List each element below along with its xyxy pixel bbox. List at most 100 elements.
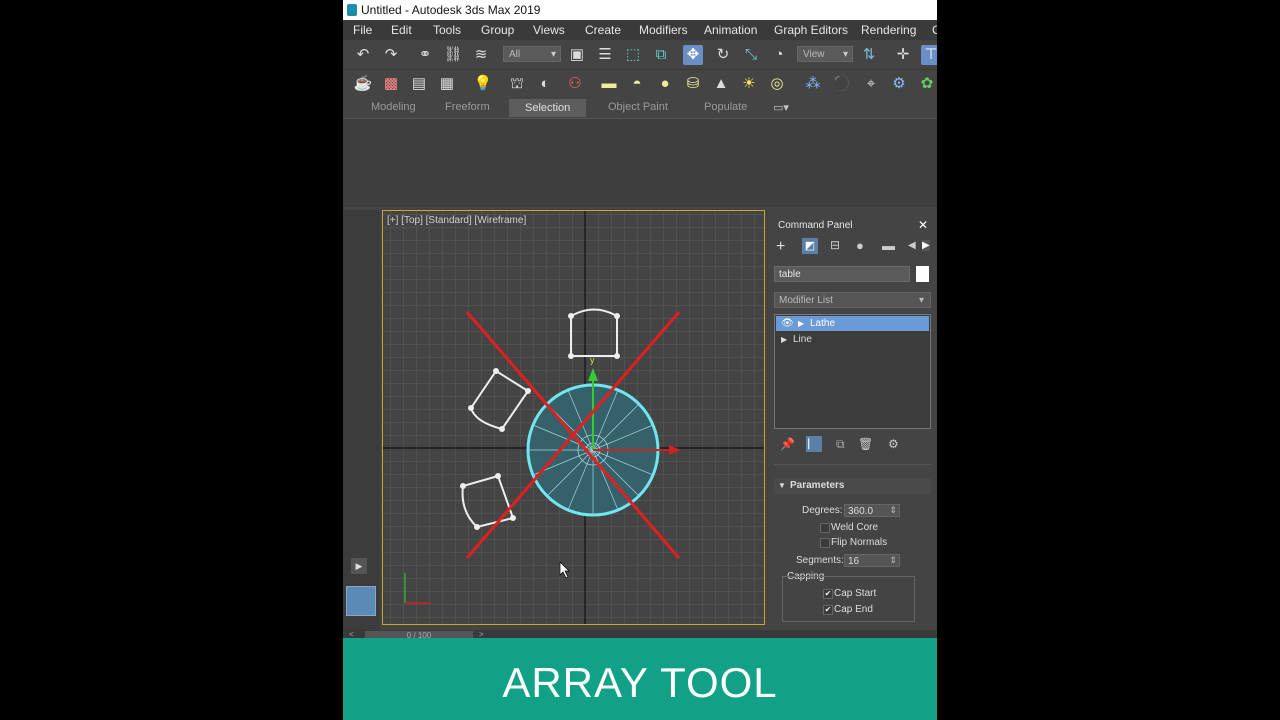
- tab-object-paint[interactable]: Object Paint: [608, 101, 668, 113]
- window-title: Untitled - Autodesk 3ds Max 2019: [361, 3, 541, 17]
- expand-layout-icon[interactable]: ▶: [351, 558, 367, 574]
- stack-item-lathe[interactable]: 👁 ▶ Lathe: [776, 316, 929, 331]
- menu-create[interactable]: Create: [585, 23, 621, 37]
- parameters-title: Parameters: [790, 480, 845, 491]
- camera-icon[interactable]: ⛫: [507, 74, 527, 94]
- degrees-spinner[interactable]: 360.0: [844, 504, 900, 517]
- tab-selection[interactable]: Selection: [509, 99, 587, 117]
- ribbon-options-icon[interactable]: ▭▾: [773, 101, 789, 114]
- expand-triangle-icon[interactable]: ▶: [798, 316, 804, 331]
- light-icon[interactable]: 💡: [473, 74, 493, 94]
- menu-edit[interactable]: Edit: [391, 23, 412, 37]
- parameters-rollout-header[interactable]: ▼ Parameters: [774, 478, 931, 494]
- undo-icon[interactable]: ↶: [353, 45, 373, 65]
- ribbon-panel: [343, 118, 937, 207]
- remove-modifier-icon[interactable]: 🗑: [858, 437, 873, 451]
- render-camera-icon[interactable]: ⚇: [565, 74, 585, 94]
- close-icon[interactable]: ✕: [918, 218, 928, 232]
- viewport-label[interactable]: [+] [Top] [Standard] [Wireframe]: [387, 215, 526, 226]
- segments-spinner[interactable]: 16: [844, 554, 900, 567]
- particle-system-icon[interactable]: ⁂: [803, 74, 823, 94]
- select-by-name-icon[interactable]: ☰: [595, 45, 615, 65]
- menu-file[interactable]: File: [353, 23, 372, 37]
- menu-rendering[interactable]: Rendering: [861, 23, 916, 37]
- sphere-icon[interactable]: ●: [655, 74, 675, 94]
- cap-end-checkbox[interactable]: ✔: [823, 605, 833, 615]
- render-setup-icon[interactable]: ▩: [381, 74, 401, 94]
- gear-icon[interactable]: ⚙: [889, 74, 909, 94]
- object-name-field[interactable]: table: [774, 266, 910, 282]
- menu-graph-editors[interactable]: Graph Editors: [774, 23, 848, 37]
- make-unique-icon[interactable]: ⧉: [836, 437, 845, 452]
- cone-icon[interactable]: ▲: [711, 74, 731, 94]
- viewport-canvas: y: [383, 211, 764, 624]
- rectangular-selection-icon[interactable]: ⬚: [623, 45, 643, 65]
- display-tab-icon[interactable]: ▬: [882, 238, 895, 253]
- redo-icon[interactable]: ↷: [381, 45, 401, 65]
- object-color-swatch[interactable]: [916, 266, 929, 282]
- cylinder-icon[interactable]: ⛁: [683, 74, 703, 94]
- helper-icon[interactable]: ⌖: [861, 74, 881, 94]
- menu-animation[interactable]: Animation: [704, 23, 757, 37]
- foliage-icon[interactable]: ✿: [917, 74, 937, 94]
- teapot-icon[interactable]: ☕: [353, 74, 373, 94]
- half-sphere-icon[interactable]: ◐: [535, 74, 555, 94]
- scroll-left-icon[interactable]: ◀: [908, 240, 916, 251]
- keyboard-shortcut-override-icon[interactable]: ⊤: [921, 45, 937, 65]
- expand-triangle-icon[interactable]: ▶: [781, 332, 787, 347]
- viewport-layout-tab[interactable]: [346, 586, 376, 616]
- scroll-right-icon[interactable]: ▶: [922, 240, 930, 251]
- window-crossing-icon[interactable]: ⧉: [651, 45, 671, 65]
- link-icon[interactable]: ⚭: [415, 45, 435, 65]
- flip-normals-label: Flip Normals: [831, 537, 888, 548]
- menu-customize[interactable]: C: [932, 23, 937, 37]
- box-icon[interactable]: ▬: [599, 74, 619, 94]
- physics-icon[interactable]: ⚫: [831, 74, 851, 94]
- menu-group[interactable]: Group: [481, 23, 514, 37]
- select-and-scale-icon[interactable]: ⤡: [741, 45, 761, 65]
- divider: [774, 464, 931, 465]
- stack-item-line[interactable]: ▶ Line: [776, 332, 929, 347]
- selection-filter-dropdown[interactable]: All: [503, 46, 561, 63]
- command-panel-title: Command Panel: [778, 220, 853, 231]
- menu-tools[interactable]: Tools: [433, 23, 461, 37]
- tab-freeform[interactable]: Freeform: [445, 101, 490, 113]
- sun-light-icon[interactable]: ☀: [739, 74, 759, 94]
- viewport-layout-strip: ▶: [343, 210, 380, 630]
- modify-tab-icon[interactable]: ◩: [802, 238, 818, 254]
- top-viewport[interactable]: y [+] [Top] [Standard] [Wireframe]: [382, 210, 765, 625]
- layer-explorer-icon[interactable]: ▦: [437, 74, 457, 94]
- tab-populate[interactable]: Populate: [704, 101, 747, 113]
- cap-start-label: Cap Start: [834, 588, 877, 599]
- menu-modifiers[interactable]: Modifiers: [639, 23, 688, 37]
- show-end-result-icon[interactable]: ⎸: [806, 436, 822, 452]
- unlink-icon[interactable]: ⛓: [443, 45, 463, 65]
- scene-explorer-icon[interactable]: ▤: [409, 74, 429, 94]
- bind-space-warp-icon[interactable]: ≋: [471, 45, 491, 65]
- menu-views[interactable]: Views: [533, 23, 565, 37]
- create-tab-icon[interactable]: +: [776, 238, 785, 256]
- select-and-manipulate-icon[interactable]: ✛: [893, 45, 913, 65]
- hemisphere-icon[interactable]: ◓: [627, 74, 647, 94]
- select-and-rotate-icon[interactable]: ↻: [713, 45, 733, 65]
- reference-coordinate-dropdown[interactable]: View: [797, 46, 853, 63]
- weld-core-checkbox[interactable]: [820, 523, 830, 533]
- select-object-icon[interactable]: ▣: [567, 45, 587, 65]
- capping-group: ✔ Cap Start ✔ Cap End: [782, 576, 915, 622]
- motion-tab-icon[interactable]: ●: [856, 238, 864, 253]
- select-and-move-icon[interactable]: ✥: [683, 45, 703, 65]
- cap-start-checkbox[interactable]: ✔: [823, 589, 833, 599]
- select-and-place-icon[interactable]: ◔: [769, 45, 789, 65]
- flip-normals-checkbox[interactable]: [820, 538, 830, 548]
- tab-modeling[interactable]: Modeling: [371, 101, 416, 113]
- command-panel: Command Panel ✕ + ◩ ⊟ ● ▬ ◀ ▶ table Modi…: [768, 214, 937, 624]
- stack-item-label: Lathe: [810, 318, 836, 329]
- torus-icon[interactable]: ◎: [767, 74, 787, 94]
- use-pivot-center-icon[interactable]: ⇅: [859, 45, 879, 65]
- eye-icon[interactable]: 👁: [781, 316, 794, 331]
- pin-stack-icon[interactable]: 📌: [780, 437, 795, 451]
- modifier-list-dropdown[interactable]: Modifier List: [774, 292, 931, 309]
- hierarchy-tab-icon[interactable]: ⊟: [830, 238, 840, 252]
- configure-modifier-sets-icon[interactable]: ⚙: [888, 437, 899, 451]
- collapse-triangle-icon[interactable]: ▼: [778, 478, 786, 494]
